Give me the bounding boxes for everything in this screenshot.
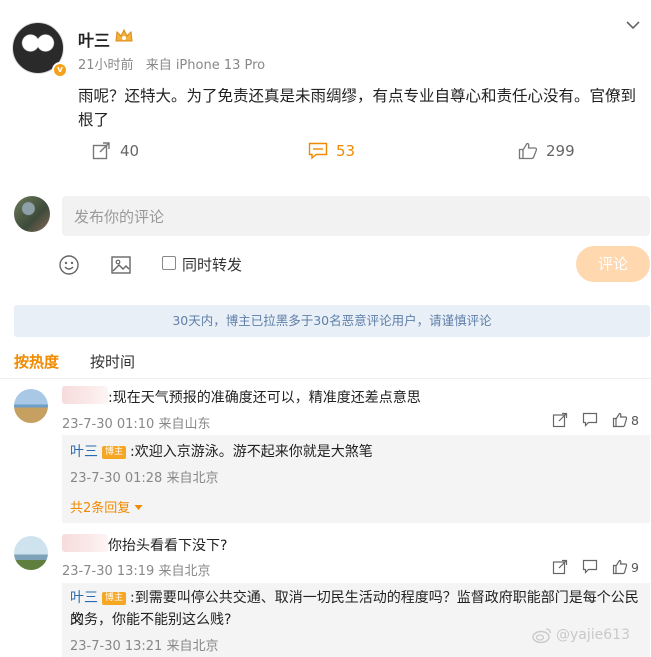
weibo-post: v 叶三 21小时前 来自 iPhone 13 Pro 雨呢？还特大。为了免责还… [0, 0, 651, 185]
reply-location: 来自北京 [166, 639, 219, 654]
reply-icon[interactable] [582, 412, 598, 428]
thumbs-up-icon [518, 142, 538, 160]
author-name[interactable]: 叶三 [78, 27, 110, 51]
weibo-watermark: @yajie613 [532, 627, 630, 643]
comment-meta: 23-7-30 13:19 来自北京 [62, 560, 211, 579]
reply-author[interactable]: 叶三 [70, 444, 98, 460]
crown-icon [115, 28, 133, 42]
repost-button[interactable]: 40 [92, 142, 139, 160]
comment-icon [308, 142, 328, 160]
chevron-down-icon [134, 505, 143, 510]
more-replies-link[interactable]: 共2条回复 [70, 497, 143, 516]
blogger-tag: 博主 [102, 446, 127, 459]
share-icon[interactable] [552, 412, 568, 428]
repost-checkbox-label: 同时转发 [182, 256, 243, 274]
comment-meta: 23-7-30 01:10 来自山东 [62, 413, 211, 432]
reply-box: 叶三 博主:到需要叫停公共交通、取消一切民生活动的程度吗？监督政府职能部门是每个公… [62, 583, 650, 657]
comment-actions: 9 [552, 559, 639, 575]
comment-location: 来自北京 [158, 564, 211, 579]
commenter-name-blurred[interactable] [62, 386, 108, 404]
comment-like[interactable]: 9 [612, 559, 639, 575]
reply-meta: 23-7-30 13:21 来自北京 [70, 635, 219, 654]
comment-like-count: 8 [631, 412, 639, 428]
my-avatar [14, 196, 50, 232]
post-source: 来自 iPhone 13 Pro [145, 58, 266, 73]
post-time: 21小时前 [78, 58, 134, 73]
chevron-down-icon[interactable] [624, 16, 642, 34]
more-replies-label: 共2条回复 [70, 501, 131, 516]
weibo-logo-icon [532, 628, 552, 643]
reply-meta: 23-7-30 01:28 来自北京 [70, 467, 219, 486]
share-icon[interactable] [552, 559, 568, 575]
tab-hot[interactable]: 按热度 [14, 351, 59, 372]
comment-button[interactable]: 53 [308, 142, 355, 160]
verified-badge-icon: v [52, 62, 68, 78]
like-button[interactable]: 299 [518, 142, 575, 160]
reply-line: 叶三 博主:欢迎入京游泳。游不起来你就是大煞笔 [70, 441, 373, 463]
commenter-avatar[interactable] [14, 536, 48, 570]
reply-box: 叶三 博主:欢迎入京游泳。游不起来你就是大煞笔 23-7-30 01:28 来自北… [62, 435, 650, 523]
like-count: 299 [546, 142, 575, 160]
comment-time: 23-7-30 13:19 [62, 564, 155, 579]
reply-time: 23-7-30 01:28 [70, 471, 163, 486]
comment-input[interactable]: 发布你的评论 [62, 196, 650, 236]
comment-like[interactable]: 8 [612, 412, 639, 428]
reply-line-continued: 义务，你能不能别这么贱? [70, 612, 232, 628]
post-text: 雨呢？还特大。为了免责还真是未雨绸缪，有点专业自尊心和责任心没有。官僚到根了 [78, 87, 637, 129]
blacklist-notice: 30天内，博主已拉黑多于30名恶意评论用户，请谨慎评论 [14, 305, 650, 337]
comment-time: 23-7-30 01:10 [62, 417, 155, 432]
tab-time[interactable]: 按时间 [90, 351, 135, 372]
reply-text: :欢迎入京游泳。游不起来你就是大煞笔 [130, 444, 373, 460]
repost-checkbox[interactable] [162, 256, 176, 270]
blogger-tag: 博主 [102, 592, 127, 605]
comment-text: :现在天气预报的准确度还可以，精准度还差点意思 [108, 390, 421, 406]
commenter-avatar[interactable] [14, 389, 48, 423]
reply-author[interactable]: 叶三 [70, 590, 98, 606]
reply-time: 23-7-30 13:21 [70, 639, 163, 654]
repost-icon [92, 142, 110, 160]
thumbs-up-icon [612, 412, 628, 428]
post-actions: 40 53 299 [0, 138, 651, 168]
comment-actions: 8 [552, 412, 639, 428]
reply-icon[interactable] [582, 559, 598, 575]
comment-count: 53 [336, 142, 356, 160]
emoji-icon[interactable] [58, 254, 80, 276]
comment-like-count: 9 [631, 559, 639, 575]
submit-comment-button[interactable]: 评论 [576, 246, 650, 282]
comment-text: 你抬头看看下没下? [108, 538, 228, 554]
reply-location: 来自北京 [166, 471, 219, 486]
repost-count: 40 [120, 142, 140, 160]
divider [0, 378, 651, 379]
image-icon[interactable] [110, 254, 132, 276]
post-meta: 21小时前 来自 iPhone 13 Pro [78, 54, 273, 73]
thumbs-up-icon [612, 559, 628, 575]
commenter-name-blurred[interactable] [62, 534, 108, 552]
comment-location: 来自山东 [158, 417, 211, 432]
watermark-text: @yajie613 [556, 627, 630, 643]
